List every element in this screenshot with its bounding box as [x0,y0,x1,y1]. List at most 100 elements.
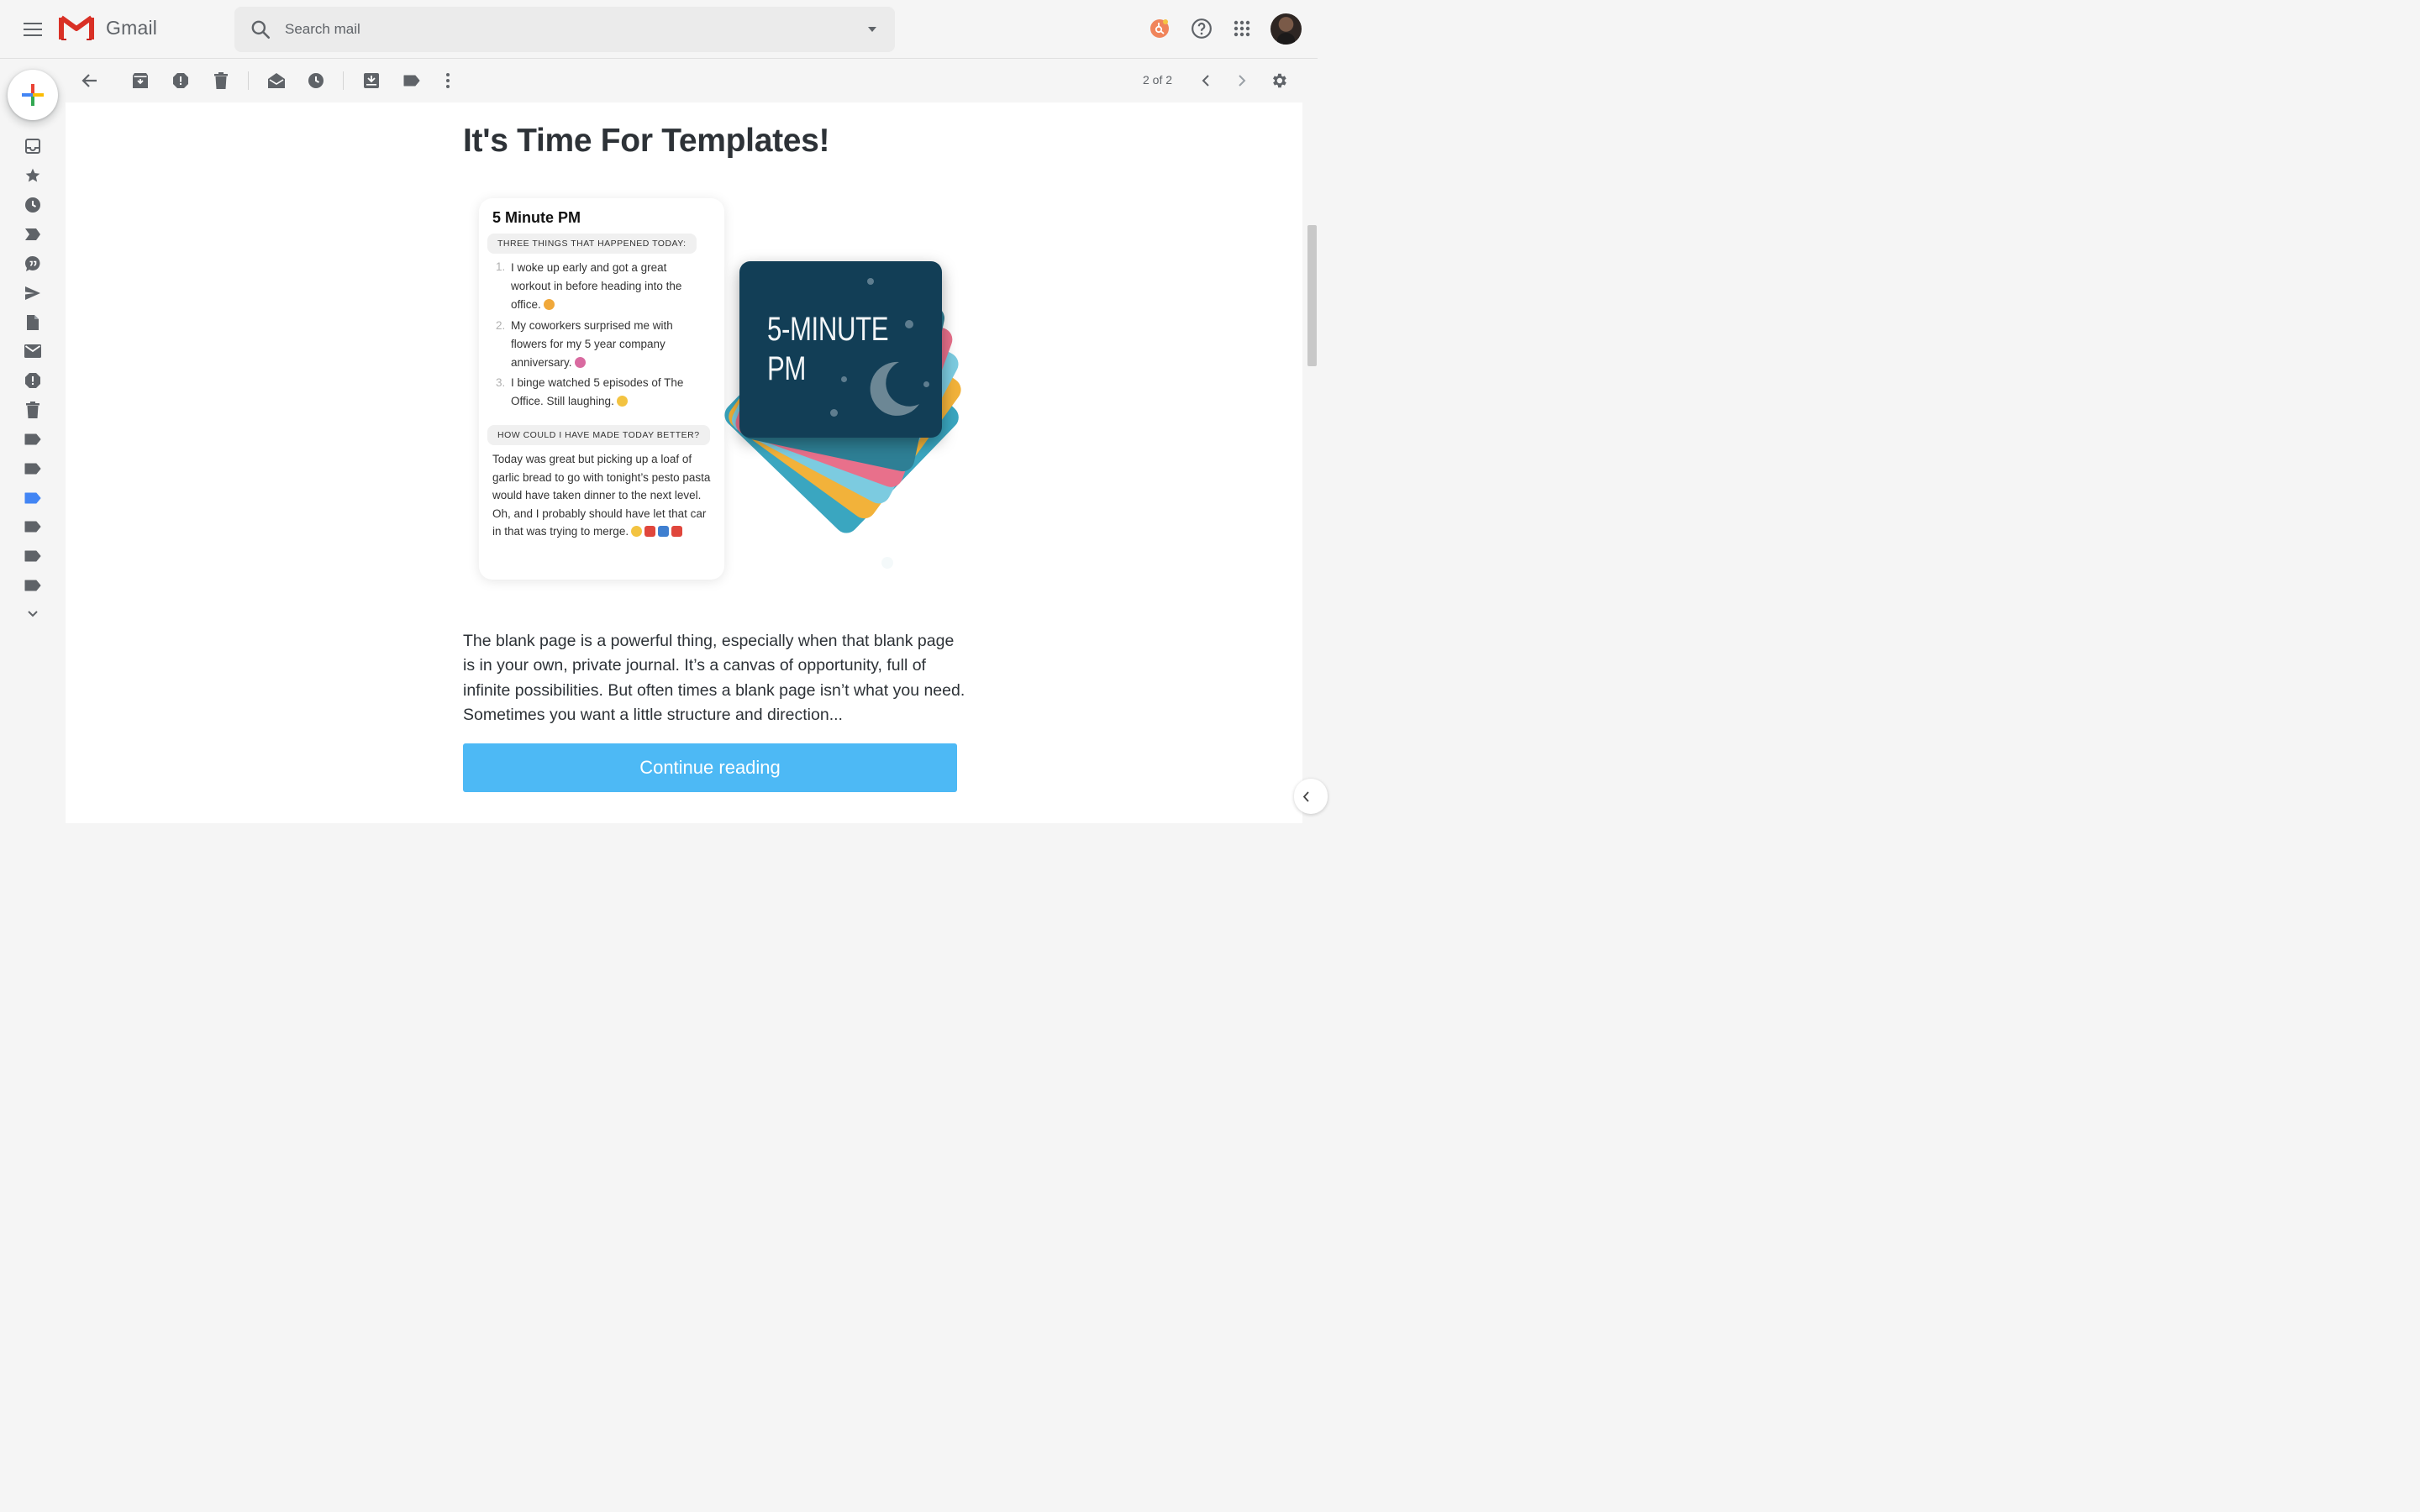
back-button[interactable] [76,66,104,95]
email-headline: It's Time For Templates! [463,123,830,159]
nav-label-5[interactable] [21,544,45,568]
continue-reading-button[interactable]: Continue reading [463,743,957,792]
pager-count: 2 of 2 [1143,73,1173,87]
grimace-emoji-icon [631,526,643,537]
scrollbar-thumb[interactable] [1307,225,1317,366]
nav-label-6[interactable] [21,574,45,597]
label-blue-icon [24,492,41,504]
settings-gear-icon [1273,73,1286,88]
list-item: I woke up early and got a great workout … [511,259,706,314]
car-emoji-icon [658,526,670,537]
more-actions-button[interactable] [434,66,462,95]
mark-unread-icon [268,73,285,88]
inbox-icon [25,139,40,154]
nav-spam[interactable] [21,369,45,392]
side-panel-toggle[interactable] [1294,779,1328,814]
delete-icon [214,72,228,89]
hubspot-button[interactable] [1143,12,1176,45]
top-bar: Gmail [0,0,1318,59]
template-paragraph: Today was great but picking up a loaf of… [492,450,713,541]
search-bar [234,7,895,52]
gmail-logo-link[interactable]: Gmail [59,14,157,41]
toolbar-divider [248,71,249,90]
snooze-button[interactable] [302,66,330,95]
nav-trash[interactable] [21,398,45,422]
main-menu-button[interactable] [14,11,51,48]
back-arrow-icon [82,74,97,87]
settings-button[interactable] [1265,66,1293,95]
labels-icon [403,75,420,87]
star-icon [25,168,40,182]
list-item-text: My coworkers surprised me with flowers f… [511,319,673,369]
list-item: I binge watched 5 episodes of The Office… [511,374,706,411]
nav-label-1[interactable] [21,428,45,451]
compose-plus-icon [22,84,44,106]
template-paragraph-text: Today was great but picking up a loaf of… [492,453,711,538]
report-spam-button[interactable] [166,66,195,95]
email-body-text: The blank page is a powerful thing, espe… [463,632,965,724]
gmail-logo-icon [59,15,94,40]
next-icon [1239,75,1246,87]
nav-drafts[interactable] [21,311,45,334]
moon-icon [870,361,919,416]
list-item-text: I woke up early and got a great workout … [511,261,682,311]
chevron-left-icon [1302,790,1309,802]
scrollbar-track[interactable] [1304,102,1318,823]
deck-front-card: 5-MINUTE PM [739,261,942,438]
archive-icon [133,73,148,88]
nav-label-2[interactable] [21,457,45,480]
nav-important[interactable] [21,223,45,246]
all-mail-icon [24,344,41,358]
nav-inbox[interactable] [21,134,45,158]
section-label-three-things: THREE THINGS THAT HAPPENED TODAY: [487,234,697,254]
label-icon [24,433,41,445]
next-button[interactable] [1228,66,1256,95]
apps-button[interactable] [1225,12,1259,45]
nav-more[interactable] [21,602,45,626]
nav-all-mail[interactable] [21,339,45,363]
nav-chats[interactable] [21,252,45,276]
template-preview-card: 5 Minute PM THREE THINGS THAT HAPPENED T… [479,198,724,580]
list-item: My coworkers surprised me with flowers f… [511,317,706,372]
spam-icon [25,373,40,388]
apps-grid-icon [1234,20,1250,37]
account-avatar[interactable] [1270,13,1302,45]
nav-starred[interactable] [21,164,45,187]
move-to-icon [364,73,379,88]
drafts-icon [27,315,39,330]
nav-label-3[interactable] [21,486,45,510]
help-button[interactable] [1185,12,1218,45]
car-emoji-icon [644,526,656,537]
archive-button[interactable] [126,66,155,95]
car-emoji-icon [671,526,683,537]
message-pane: It's Time For Templates! 5-MINUTE PM 5 M… [66,102,1302,823]
snooze-icon [308,73,324,88]
previous-button[interactable] [1192,66,1220,95]
trash-icon [26,402,39,418]
hubspot-icon [1150,19,1169,38]
sent-icon [25,286,40,300]
template-title: 5 Minute PM [492,209,581,226]
menu-icon [24,23,42,36]
nav-snoozed[interactable] [21,193,45,217]
move-to-button[interactable] [357,66,386,95]
list-item-number: 1. [496,260,506,273]
more-vert-icon [446,73,450,88]
compose-button[interactable] [8,70,58,120]
celebration-emoji-icon [574,357,586,368]
search-icon[interactable] [250,18,271,40]
search-input[interactable] [285,7,823,52]
more-chevron-icon [28,611,38,617]
delete-button[interactable] [207,66,235,95]
nav-label-4[interactable] [21,515,45,538]
help-icon [1192,18,1212,39]
section-label-made-better: HOW COULD I HAVE MADE TODAY BETTER? [487,425,710,445]
label-icon [24,550,41,562]
labels-button[interactable] [397,66,426,95]
search-options-icon[interactable] [866,24,878,35]
app-name: Gmail [106,16,158,39]
list-item-number: 2. [496,319,506,332]
snoozed-icon [25,197,40,213]
mark-unread-button[interactable] [262,66,291,95]
nav-sent[interactable] [21,281,45,305]
